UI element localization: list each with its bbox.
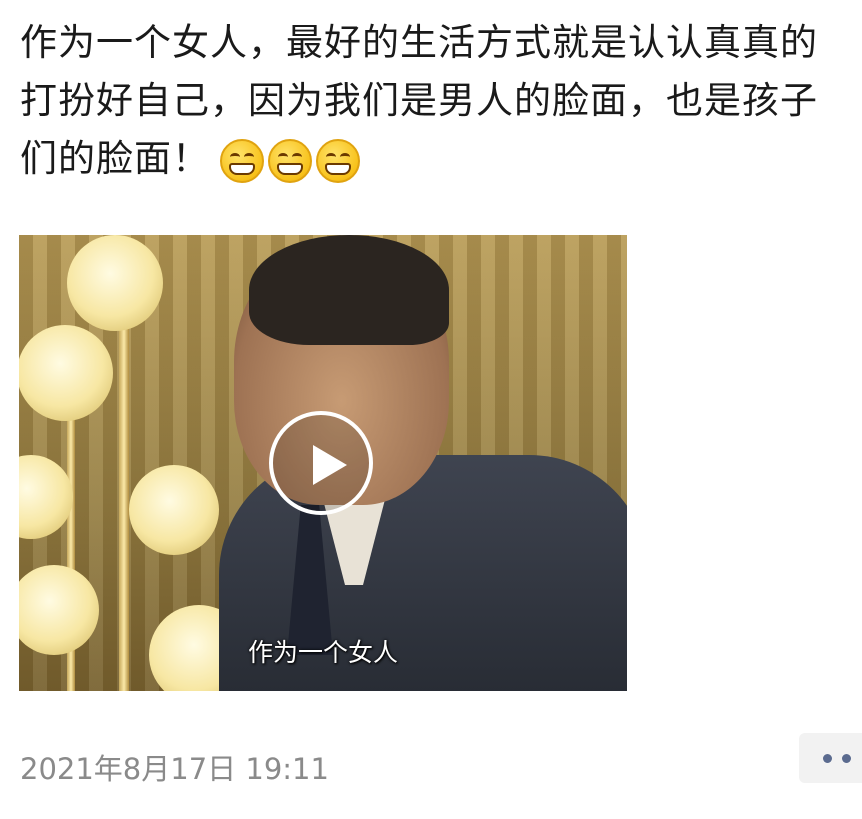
play-button[interactable] bbox=[269, 411, 373, 515]
post-timestamp: 2021年8月17日 19:11 bbox=[20, 752, 329, 786]
video-player[interactable]: 作为一个女人 bbox=[19, 235, 627, 691]
post-text: 作为一个女人，最好的生活方式就是认认真真的打扮好自己，因为我们是男人的脸面，也是… bbox=[20, 21, 818, 180]
video-subtitle: 作为一个女人 bbox=[247, 638, 398, 667]
more-options-button[interactable] bbox=[799, 733, 862, 783]
post-text-block: 作为一个女人，最好的生活方式就是认认真真的打扮好自己，因为我们是男人的脸面，也是… bbox=[20, 14, 850, 188]
more-dots-icon bbox=[823, 754, 832, 763]
emoji-group bbox=[220, 138, 360, 183]
grin-icon bbox=[316, 138, 360, 183]
play-icon bbox=[313, 445, 347, 485]
more-dots-icon-dot bbox=[842, 754, 851, 763]
grin-icon bbox=[220, 138, 264, 183]
grin-icon bbox=[268, 138, 312, 183]
